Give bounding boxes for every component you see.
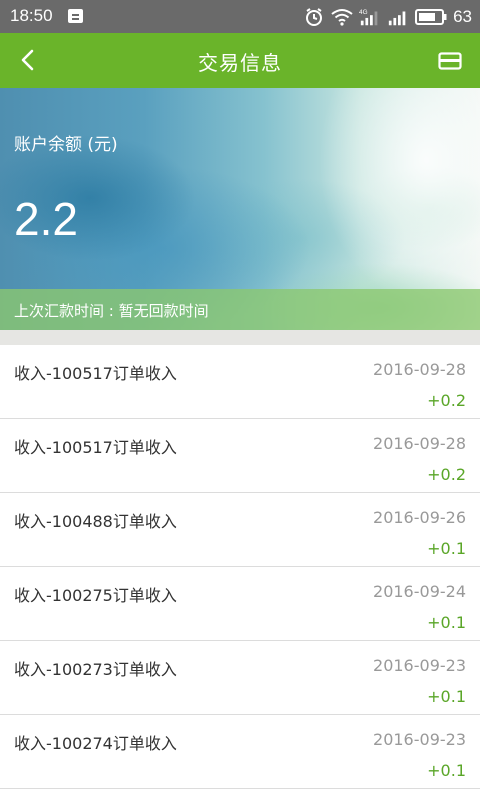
balance-label: 账户余额 (元): [14, 135, 118, 155]
transaction-row[interactable]: 收入-100517订单收入 2016-09-28 +0.2: [0, 419, 480, 493]
balance-banner: 账户余额 (元) 2.2 上次汇款时间 : 暂无回款时间: [0, 88, 480, 330]
transaction-date: 2016-09-23: [373, 656, 466, 675]
transaction-row[interactable]: 收入-100273订单收入 2016-09-23 +0.1: [0, 641, 480, 715]
transaction-date: 2016-09-28: [373, 434, 466, 453]
transaction-list: 收入-100517订单收入 2016-09-28 +0.2 收入-100517订…: [0, 345, 480, 789]
transaction-description: 收入-100273订单收入: [14, 660, 177, 679]
wifi-icon: [331, 6, 353, 28]
balance-value: 2.2: [14, 193, 78, 245]
transaction-row[interactable]: 收入-100274订单收入 2016-09-23 +0.1: [0, 715, 480, 789]
notification-icon: [68, 9, 83, 23]
transaction-description: 收入-100275订单收入: [14, 586, 177, 605]
alarm-icon: [303, 6, 325, 28]
transaction-amount: +0.1: [427, 687, 466, 706]
transaction-date: 2016-09-26: [373, 508, 466, 527]
transaction-description: 收入-100488订单收入: [14, 512, 177, 531]
bank-card-icon: [438, 52, 462, 70]
transaction-row[interactable]: 收入-100488订单收入 2016-09-26 +0.1: [0, 493, 480, 567]
transaction-amount: +0.2: [427, 391, 466, 410]
last-remit-strip: 上次汇款时间 : 暂无回款时间: [0, 289, 480, 330]
bank-card-button[interactable]: [434, 45, 466, 77]
transaction-amount: +0.1: [427, 539, 466, 558]
transaction-date: 2016-09-23: [373, 730, 466, 749]
page-title: 交易信息: [198, 51, 282, 75]
battery-icon: [415, 6, 447, 28]
transaction-row[interactable]: 收入-100517订单收入 2016-09-28 +0.2: [0, 345, 480, 419]
transaction-date: 2016-09-24: [373, 582, 466, 601]
transaction-description: 收入-100517订单收入: [14, 364, 177, 383]
network-type-text: 4G: [359, 9, 368, 16]
signal-icon: [387, 6, 409, 28]
signal-4g-icon: 4G: [359, 6, 381, 28]
status-icons: 4G 63: [297, 4, 472, 29]
transaction-amount: +0.1: [427, 761, 466, 780]
last-remit-text: 上次汇款时间 : 暂无回款时间: [14, 302, 209, 320]
status-time: 18:50: [10, 6, 53, 25]
transaction-date: 2016-09-28: [373, 360, 466, 379]
transaction-amount: +0.1: [427, 613, 466, 632]
section-divider: [0, 330, 480, 345]
transaction-amount: +0.2: [427, 465, 466, 484]
battery-level: 63: [453, 6, 472, 26]
transaction-description: 收入-100517订单收入: [14, 438, 177, 457]
app-bar: 交易信息: [0, 33, 480, 88]
status-bar: 18:50 4G 63: [0, 0, 480, 33]
transaction-description: 收入-100274订单收入: [14, 734, 177, 753]
transaction-row[interactable]: 收入-100275订单收入 2016-09-24 +0.1: [0, 567, 480, 641]
